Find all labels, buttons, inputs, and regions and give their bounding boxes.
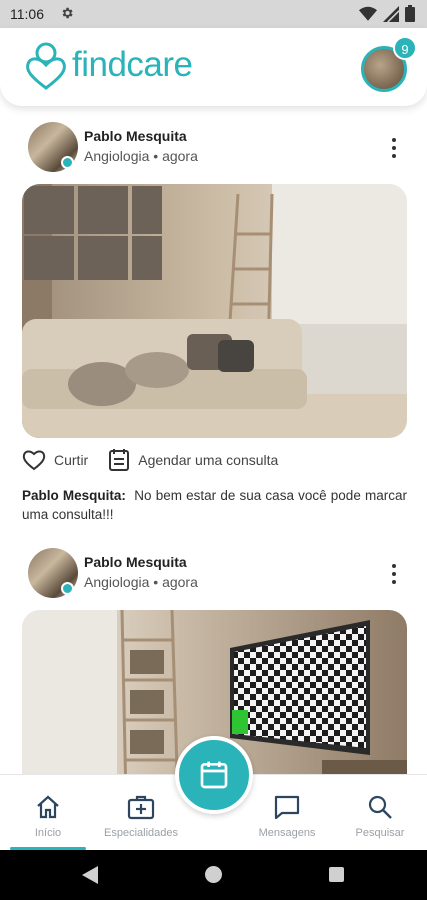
author-specialty: Angiologia (84, 148, 150, 164)
post-actions: Curtir Agendar uma consulta (22, 446, 298, 474)
calendar-icon (200, 761, 228, 789)
heart-icon (22, 450, 46, 471)
caption-author: Pablo Mesquita: (22, 488, 126, 503)
online-status-indicator (61, 156, 74, 169)
post-card: Pablo Mesquita Angiologia • agora (0, 106, 427, 531)
meta-separator: • (153, 574, 159, 590)
like-label: Curtir (54, 452, 89, 468)
findcare-logo-icon (26, 42, 66, 90)
post-header: Pablo Mesquita Angiologia • agora (28, 122, 408, 174)
author-meta: Angiologia • agora (84, 148, 198, 164)
nav-item-mensagens[interactable]: Mensagens (250, 775, 324, 851)
back-icon[interactable] (82, 866, 98, 884)
online-status-indicator (61, 582, 74, 595)
post-time: agora (162, 574, 198, 590)
nav-item-inicio[interactable]: Início (18, 775, 78, 851)
author-name[interactable]: Pablo Mesquita (84, 554, 187, 570)
post-header: Pablo Mesquita Angiologia • agora (28, 548, 408, 600)
author-specialty: Angiologia (84, 574, 150, 590)
nav-label: Especialidades (104, 827, 178, 839)
home-system-icon[interactable] (205, 866, 222, 883)
nav-label: Início (34, 827, 62, 839)
search-icon (368, 795, 392, 819)
home-icon (37, 795, 59, 819)
chat-icon (274, 795, 300, 820)
notification-badge: 9 (393, 36, 417, 60)
profile-avatar-button[interactable]: 9 (361, 36, 417, 92)
meta-separator: • (153, 148, 159, 164)
settings-gear-icon (62, 7, 73, 19)
more-options-icon[interactable] (384, 562, 404, 586)
post-caption: Pablo Mesquita: No bem estar de sua casa… (22, 486, 407, 524)
more-options-icon[interactable] (384, 136, 404, 160)
logo-text: findcare (72, 45, 193, 84)
nav-label: Pesquisar (355, 827, 405, 839)
calendar-list-icon (109, 449, 130, 471)
schedule-appointment-button[interactable]: Agendar uma consulta (108, 448, 278, 472)
nav-item-especialidades[interactable]: Especialidades (96, 775, 186, 851)
medical-bag-icon (127, 795, 155, 820)
battery-icon (405, 5, 415, 22)
signal-icon (383, 5, 399, 22)
feed[interactable]: Pablo Mesquita Angiologia • agora Curtir… (0, 106, 427, 774)
app-header: findcare 9 (0, 28, 427, 106)
author-name[interactable]: Pablo Mesquita (84, 128, 187, 144)
wifi-icon (359, 6, 377, 21)
app-logo: findcare (24, 40, 193, 90)
nav-item-pesquisar[interactable]: Pesquisar (348, 775, 412, 851)
living-room-sofa-photo (22, 184, 407, 438)
status-time: 11:06 (10, 6, 44, 22)
system-navigation-bar (0, 850, 427, 900)
post-time: agora (162, 148, 198, 164)
status-bar: 11:06 (0, 0, 427, 28)
recent-apps-icon[interactable] (329, 867, 344, 882)
schedule-label: Agendar uma consulta (138, 452, 279, 468)
like-button[interactable]: Curtir (22, 449, 88, 471)
author-meta: Angiologia • agora (84, 574, 198, 590)
nav-label: Mensagens (258, 827, 316, 839)
post-image[interactable] (22, 184, 407, 438)
schedule-fab-button[interactable] (175, 736, 253, 814)
